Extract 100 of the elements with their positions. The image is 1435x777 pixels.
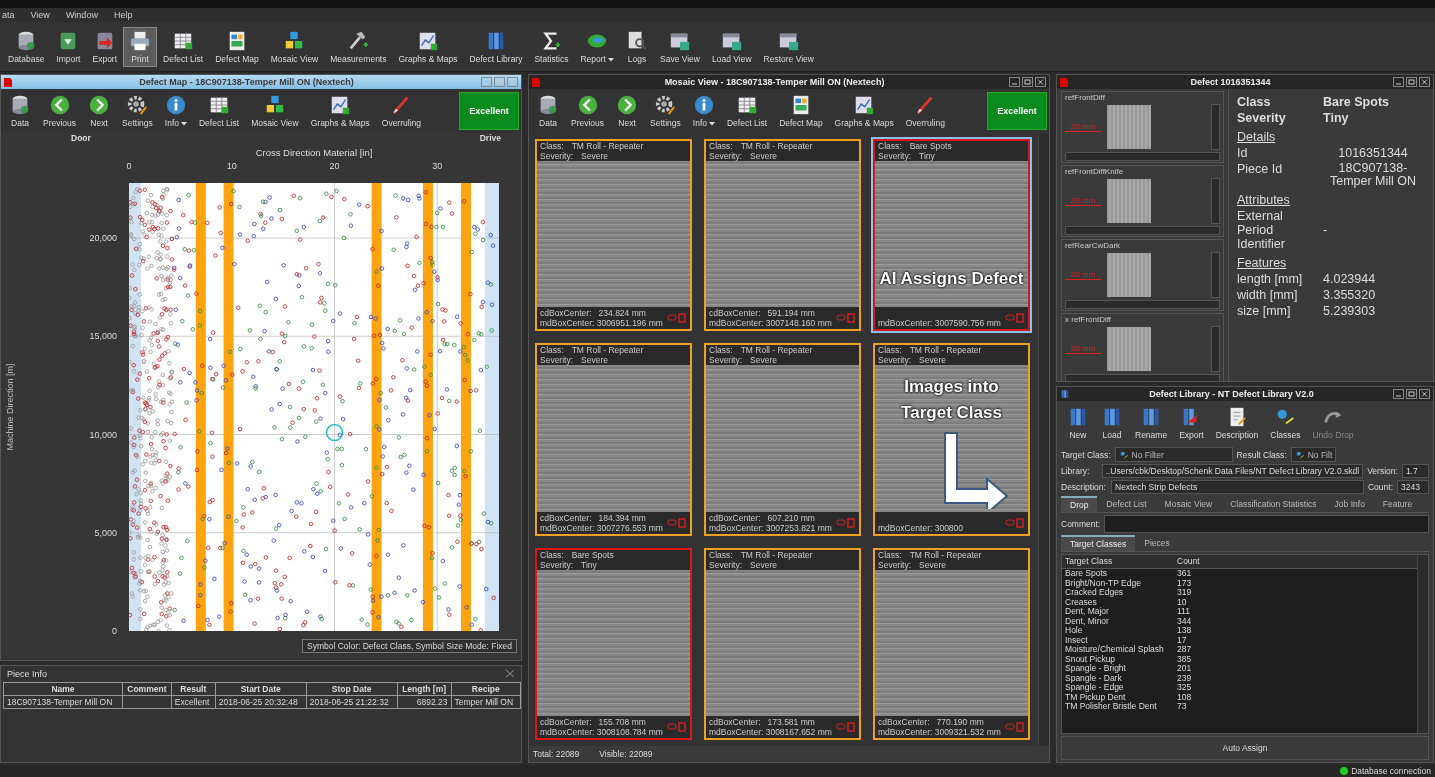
toolbar-button[interactable]: Defect List <box>157 26 210 67</box>
tab[interactable]: Classification Statistics <box>1221 496 1326 512</box>
toolbar-button[interactable]: Data <box>3 91 37 131</box>
toolbar-button[interactable]: Next <box>82 91 117 131</box>
close-icon[interactable] <box>1035 77 1046 87</box>
section-heading[interactable]: Attributes <box>1237 193 1425 207</box>
toolbar-button[interactable]: Database <box>2 26 51 67</box>
toolbar-button[interactable]: Info <box>158 91 193 131</box>
toolbar-button[interactable]: Graphs & Maps <box>392 26 464 67</box>
auto-assign-button[interactable]: Auto Assign <box>1061 736 1429 760</box>
defect-tile[interactable]: Class: Bare Spots Severity: Tiny cdBoxCenter: 155.708 mm mdBoxCenter: 3008108.784 mm <box>535 547 692 740</box>
toolbar-button[interactable]: Mosaic View <box>264 26 325 67</box>
menu-item[interactable]: ata <box>2 10 15 20</box>
minimize-icon[interactable] <box>1009 77 1020 87</box>
tab[interactable]: Feature <box>1373 496 1422 512</box>
menu-item[interactable]: Window <box>65 10 98 20</box>
visible-count: Visible: 22089 <box>599 749 653 759</box>
tab[interactable]: Job Info <box>1325 496 1374 512</box>
menu-item[interactable]: View <box>30 10 50 20</box>
toolbar-button[interactable]: Previous <box>37 91 83 131</box>
scrollbar[interactable] <box>1211 104 1220 150</box>
scrollbar[interactable] <box>1065 226 1220 235</box>
count-field[interactable]: 3243 <box>1397 480 1429 494</box>
scrollbar[interactable] <box>1065 152 1220 161</box>
toolbar-button[interactable]: Load View <box>706 26 758 67</box>
description-field[interactable]: Nextech Strip Defects <box>1111 480 1364 494</box>
scrollbar[interactable] <box>1417 555 1428 733</box>
scrollbar[interactable] <box>1065 374 1220 381</box>
filter-dropdown[interactable]: No Filter <box>1114 447 1233 462</box>
close-icon[interactable] <box>1419 389 1430 399</box>
scrollbar[interactable] <box>1065 300 1220 309</box>
result-button[interactable]: Excellent <box>459 92 519 130</box>
defect-image <box>1107 179 1151 223</box>
tab[interactable]: Target Classes <box>1061 535 1136 551</box>
toolbar-button[interactable]: Info <box>686 91 721 131</box>
defect-tile[interactable]: Class: TM Roll - Repeater Severity: Severe cdBoxCenter: 234.824 mm mdBoxCenter: 3006951.196 mm <box>535 139 692 332</box>
maximize-icon[interactable] <box>1022 77 1033 87</box>
defect-tile[interactable]: Class: TM Roll - Repeater Severity: Severe cdBoxCenter: 184.394 mm mdBoxCenter: 3007276.553 mm <box>535 343 692 536</box>
toolbar-button[interactable]: Defect List <box>721 91 774 131</box>
toolbar-button[interactable]: Mosaic View <box>245 91 305 131</box>
minimize-icon[interactable] <box>1393 77 1404 87</box>
scale-bar: 20 mm <box>1065 122 1101 132</box>
toolbar-button[interactable]: Next <box>610 91 645 131</box>
defect-tile[interactable]: Class: TM Roll - Repeater Severity: Severe Images into Target Class mdBoxCenter: 300800 <box>873 343 1030 536</box>
toolbar-button[interactable]: Defect Map <box>773 91 829 131</box>
defect-tile[interactable]: Class: Bare Spots Severity: Tiny AI Assigns Defect mdBoxCenter: 3007590.756 mm <box>873 139 1030 332</box>
maximize-icon[interactable] <box>1406 77 1417 87</box>
scrollbar[interactable] <box>1038 133 1049 746</box>
toolbar-button[interactable]: Export <box>86 26 124 67</box>
scrollbar[interactable] <box>1211 252 1220 298</box>
tab[interactable]: Drop <box>1061 496 1098 512</box>
tab[interactable]: Mosaic View <box>1155 496 1222 512</box>
defect-tile[interactable]: Class: TM Roll - Repeater Severity: Severe cdBoxCenter: 770.190 mm mdBoxCenter: 3009321.532 mm <box>873 547 1030 740</box>
filter-dropdown[interactable]: No Filt <box>1290 447 1337 462</box>
toolbar-button[interactable]: Save View <box>654 26 706 67</box>
toolbar-button[interactable]: Import <box>50 26 87 67</box>
defect-tile[interactable]: Class: TM Roll - Repeater Severity: Severe cdBoxCenter: 173.581 mm mdBoxCenter: 3008167.652 mm <box>704 547 861 740</box>
toolbar-button[interactable]: Measurements <box>324 26 393 67</box>
close-icon[interactable] <box>1419 77 1430 87</box>
toolbar-button[interactable]: Defect List <box>193 91 246 131</box>
library-path-field[interactable]: ..Users/cbk/Desktop/Schenk Data Files/NT Defect Library V2.0.skdl <box>1101 464 1364 478</box>
table-cell-text: Insect <box>1065 635 1089 645</box>
tab[interactable]: Defect List <box>1097 496 1156 512</box>
toolbar-button[interactable]: Description <box>1209 403 1265 443</box>
toolbar-button[interactable]: Settings <box>644 91 687 131</box>
comment-field[interactable] <box>1104 515 1429 533</box>
version-field[interactable]: 1.7 <box>1401 464 1429 478</box>
toolbar-button[interactable]: Load <box>1095 403 1129 443</box>
toolbar-button[interactable]: Settings <box>116 91 159 131</box>
scrollbar[interactable] <box>1211 178 1220 224</box>
toolbar-button[interactable]: Graphs & Maps <box>828 91 900 131</box>
section-heading[interactable]: Features <box>1237 256 1425 270</box>
menu-item[interactable]: Help <box>113 10 133 20</box>
minimize-icon[interactable] <box>1393 389 1404 399</box>
toolbar-button[interactable]: Overruling <box>899 91 951 131</box>
toolbar-button[interactable]: Print <box>123 26 158 67</box>
document-icon <box>1060 77 1068 87</box>
result-button[interactable]: Excellent <box>987 92 1047 130</box>
toolbar-button[interactable]: Statistics <box>528 26 575 67</box>
toolbar-button[interactable]: Logs <box>620 26 654 67</box>
tab[interactable]: Pieces <box>1135 535 1179 551</box>
toolbar-button[interactable]: Export <box>1173 403 1210 443</box>
toolbar-button[interactable]: Overruling <box>375 91 427 131</box>
toolbar-button[interactable]: Data <box>531 91 565 131</box>
defect-tile[interactable]: Class: TM Roll - Repeater Severity: Severe cdBoxCenter: 591.194 mm mdBoxCenter: 3007148.160 mm <box>704 139 861 332</box>
toolbar-button[interactable]: Graphs & Maps <box>304 91 376 131</box>
toolbar-button[interactable]: Restore View <box>757 26 820 67</box>
toolbar-button[interactable]: Report <box>574 26 620 67</box>
scrollbar[interactable] <box>1211 326 1220 372</box>
toolbar-button[interactable]: New <box>1061 403 1095 443</box>
maximize-icon[interactable] <box>1406 389 1417 399</box>
toolbar-button[interactable]: Rename <box>1129 403 1174 443</box>
toolbar-button[interactable]: Classes <box>1264 403 1307 443</box>
section-heading[interactable]: Details <box>1237 130 1425 144</box>
close-icon[interactable] <box>505 669 515 678</box>
toolbar-button[interactable]: Previous <box>565 91 611 131</box>
classes-icon <box>1118 449 1129 460</box>
toolbar-button[interactable]: Defect Map <box>209 26 265 67</box>
defect-tile[interactable]: Class: TM Roll - Repeater Severity: Severe cdBoxCenter: 607.210 mm mdBoxCenter: 3007253.821 mm <box>704 343 861 536</box>
toolbar-button[interactable]: Defect Library <box>463 26 529 67</box>
